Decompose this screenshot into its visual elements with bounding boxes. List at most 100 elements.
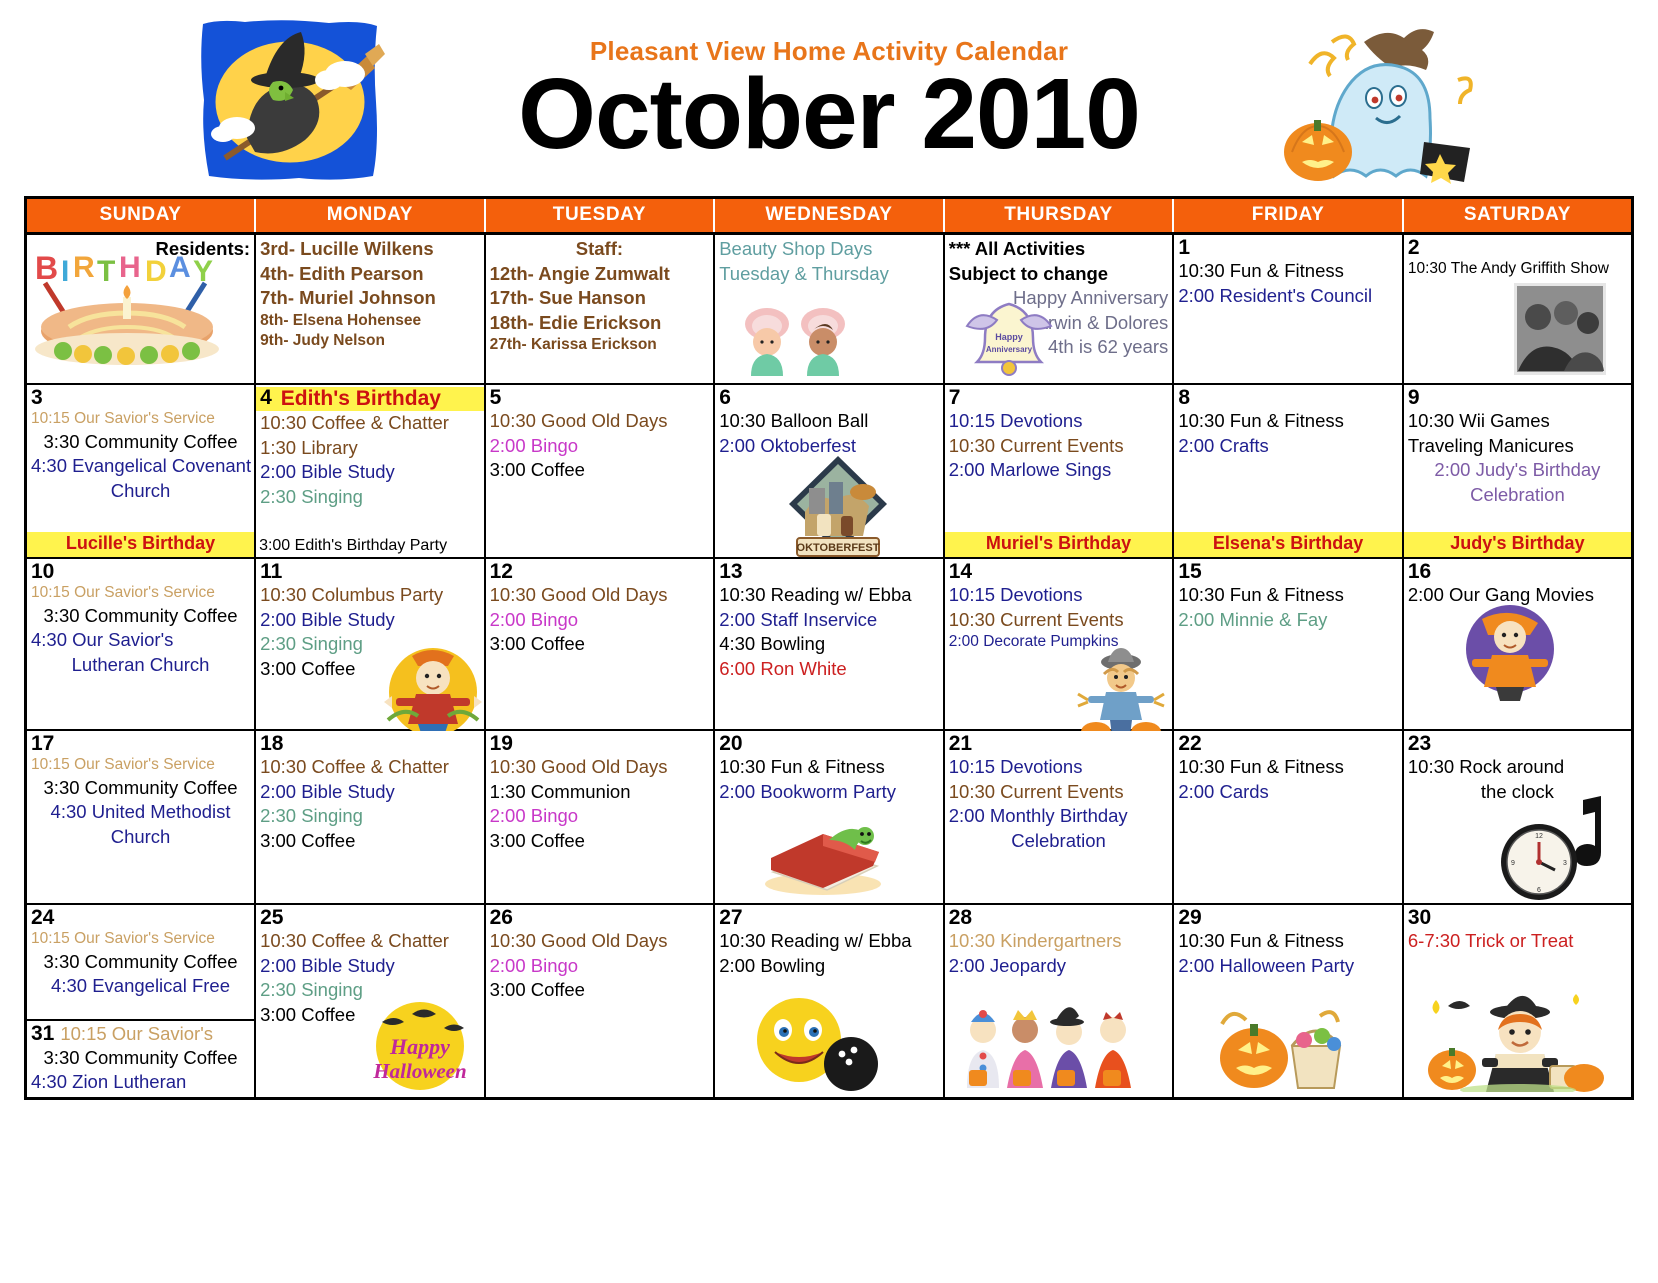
event-line: 3:00 Coffee [260, 1003, 356, 1025]
day-number: 24 [31, 906, 55, 929]
svg-text:Happy: Happy [389, 1034, 450, 1059]
event-footer-note: 3:00 Edith's Birthday Party [256, 534, 484, 557]
event-line: 2:00 Our Gang Movies [1407, 584, 1594, 606]
event-line: Church [110, 479, 171, 501]
event-line: 10:15 Our Savior's Service [31, 584, 215, 602]
calendar-cell-day-12[interactable]: 12 10:30 Good Old Days 2:00 Bingo 3:00 Coff… [483, 557, 716, 731]
event-line: 3:00 Coffee [489, 979, 585, 1001]
calendar-cell-day-14[interactable]: 14 10:15 Devotions 10:30 Current Events 2:0… [942, 557, 1175, 742]
calendar-cell-day-15[interactable]: 15 10:30 Fun & Fitness 2:00 Minnie & Fay [1172, 557, 1404, 731]
witch-girl-pumpkin-icon [1424, 988, 1608, 1097]
calendar-cell-day-3[interactable]: 3 10:15 Our Savior's Service 3:30 Communit… [24, 383, 257, 559]
weekday-header-thursday: THURSDAY [943, 197, 1175, 235]
event-line: 10:30 Fun & Fitness [1178, 756, 1344, 778]
event-line: 10:30 Current Events [948, 780, 1124, 802]
event-line: 10:30 Fun & Fitness [1178, 584, 1344, 606]
event-line: 3:30 Community Coffee [43, 430, 238, 452]
calendar-cell-day-16[interactable]: 16 2:00 Our Gang Movies [1401, 557, 1634, 731]
calendar-cell-day-18[interactable]: 18 10:30 Coffee & Chatter 2:00 Bible Study… [254, 729, 486, 905]
event-line: 4th- Edith Pearson [260, 262, 424, 284]
calendar-cell-day-19[interactable]: 19 10:30 Good Old Days 1:30 Communion 2:00 … [483, 729, 716, 905]
event-line: 8th- Elsena Hohensee [260, 311, 422, 329]
event-line: 27th- Karissa Erickson [489, 336, 657, 354]
svg-text:Halloween: Halloween [372, 1059, 466, 1083]
calendar-cell-day-6[interactable]: 6 10:30 Balloon Ball 2:00 Oktoberfest OK… [713, 383, 945, 559]
calendar-cell-day-4[interactable]: 4 Edith's Birthday 10:30 Coffee & Chatter 1… [254, 383, 486, 559]
calendar-page: Pleasant View Home Activity Calendar Oct… [0, 0, 1658, 1283]
event-line: 10:30 Good Old Days [489, 584, 668, 606]
event-line: the clock [1480, 780, 1554, 802]
calendar-cell-day-21[interactable]: 21 10:15 Devotions 10:30 Current Events 2:0… [942, 729, 1175, 905]
weekday-header-friday: FRIDAY [1173, 197, 1404, 235]
day-number: 10 [31, 560, 55, 583]
event-line: 3:00 Coffee [489, 633, 585, 655]
calendar-cell-birthday-residents[interactable]: Residents: B I R T H D A Y [24, 232, 257, 385]
calendar-subcell-day-31[interactable]: 31 10:15 Our Savior's 3:30 Community Coffe… [27, 1018, 255, 1097]
pumpkin-basket-icon [1210, 998, 1350, 1095]
event-line: 10:30 Wii Games [1407, 410, 1550, 432]
calendar-cell-day-1[interactable]: 1 10:30 Fun & Fitness 2:00 Resident's Coun… [1172, 232, 1404, 385]
calendar-cell-day-5[interactable]: 5 10:30 Good Old Days 2:00 Bingo 3:00 Coffe… [483, 383, 716, 559]
calendar-cell-day-27[interactable]: 27 10:30 Reading w/ Ebba 2:00 Bowling [713, 903, 945, 1100]
calendar-cell-staff-birthdays[interactable]: Staff: 12th- Angie Zumwalt 17th- Sue Hanso… [483, 232, 716, 385]
calendar-cell-beauty-shop[interactable]: Beauty Shop Days Tuesday & Thursday [713, 232, 945, 385]
event-line: 10:15 Our Savior's Service [31, 930, 215, 948]
event-line: 10:30 Columbus Party [260, 584, 444, 606]
event-line: 3rd- Lucille Wilkens [260, 238, 434, 259]
calendar-cell-day-2[interactable]: 2 10:30 The Andy Griffith Show [1401, 232, 1634, 385]
event-line: 3:00 Coffee [260, 657, 356, 679]
day-number: 1 [1178, 236, 1190, 259]
calendar-cell-day-8[interactable]: 8 10:30 Fun & Fitness 2:00 Crafts Elsena's … [1172, 383, 1404, 559]
day-number: 5 [489, 386, 502, 409]
calendar-cell-day-7[interactable]: 7 10:15 Devotions 10:30 Current Events 2:00… [942, 383, 1175, 559]
calendar-cell-notes-anniversary[interactable]: *** All Activities Subject to change Happy… [942, 232, 1175, 385]
calendar-cell-day-29[interactable]: 29 10:30 Fun & Fitness 2:00 Halloween Part… [1172, 903, 1404, 1100]
svg-text:6: 6 [1537, 887, 1541, 894]
day-number: 3 [31, 386, 43, 409]
event-line: Lutheran Church [71, 653, 210, 675]
event-line: Residents: [155, 238, 251, 259]
event-line: 2:00 Bible Study [260, 954, 395, 976]
birthday-cake-icon: B I R T H D A Y [29, 249, 229, 374]
calendar-cell-day-25[interactable]: 25 10:30 Coffee & Chatter 2:00 Bible Study… [254, 903, 486, 1100]
calendar-cell-day-28[interactable]: 28 10:30 Kindergartners 2:00 Jeopardy [942, 903, 1175, 1100]
calendar-cell-day-30[interactable]: 30 6-7:30 Trick or Treat [1401, 903, 1634, 1100]
event-line: 10:30 Fun & Fitness [1178, 260, 1344, 282]
day-number: 17 [31, 732, 55, 755]
calendar-cell-day-17[interactable]: 17 10:15 Our Savior's Service 3:30 Communi… [24, 729, 257, 905]
calendar-cell-resident-birthdays[interactable]: 3rd- Lucille Wilkens 4th- Edith Pearson 7t… [254, 232, 486, 385]
calendar-cell-day-10[interactable]: 10 10:15 Our Savior's Service 3:30 Communi… [24, 557, 257, 731]
day-number: 28 [948, 906, 973, 929]
calendar-cell-day-24-and-31[interactable]: 24 10:15 Our Savior's Service 3:30 Communi… [24, 903, 257, 1100]
event-line: 10:30 Reading w/ Ebba [719, 930, 912, 952]
event-line: 10:15 Our Savior's Service [31, 756, 215, 774]
day-number: 2 [1407, 236, 1420, 259]
event-line: 2:00 Cards [1178, 780, 1269, 802]
event-line: 3:30 Community Coffee [43, 776, 238, 798]
event-line: 10:30 Coffee & Chatter [260, 930, 449, 952]
event-line: 12th- Angie Zumwalt [489, 262, 670, 284]
calendar-cell-day-20[interactable]: 20 10:30 Fun & Fitness 2:00 Bookworm Party [713, 729, 945, 905]
beauty-salon-icon [731, 306, 861, 383]
day-number: 8 [1178, 386, 1190, 409]
calendar-cell-day-13[interactable]: 13 10:30 Reading w/ Ebba 2:00 Staff Inserv… [713, 557, 945, 731]
day-number: 12 [489, 560, 513, 583]
day-number: 11 [260, 560, 283, 583]
calendar-cell-day-9[interactable]: 9 10:30 Wii Games Traveling Manicures 2:00 … [1401, 383, 1634, 559]
calendar-cell-day-11[interactable]: 11 10:30 Columbus Party 2:00 Bible Study 2:… [254, 557, 486, 736]
event-line: 10:15 Our Savior's Service [31, 410, 215, 428]
calendar-cell-day-23[interactable]: 23 10:30 Rock around the clock 12 3 6 9 [1401, 729, 1634, 905]
day-number: 20 [719, 732, 743, 755]
event-line: 2:00 Minnie & Fay [1178, 608, 1328, 630]
event-line: 4:30 United Methodist [50, 801, 231, 823]
calendar-cell-day-22[interactable]: 22 10:30 Fun & Fitness 2:00 Cards [1172, 729, 1404, 905]
calendar-cell-day-26[interactable]: 26 10:30 Good Old Days 2:00 Bingo 3:00 Coff… [483, 903, 716, 1100]
day-number: 27 [719, 906, 743, 929]
event-line: 10:30 Coffee & Chatter [260, 412, 449, 433]
event-line: 2:30 Singing [260, 633, 363, 655]
event-line: 2:00 Resident's Council [1178, 284, 1373, 306]
day-number: 7 [948, 386, 961, 409]
event-line: 10:30 Reading w/ Ebba [719, 584, 912, 606]
event-line: 10:30 Balloon Ball [719, 410, 869, 432]
event-line: 2:00 Bingo [489, 608, 579, 630]
